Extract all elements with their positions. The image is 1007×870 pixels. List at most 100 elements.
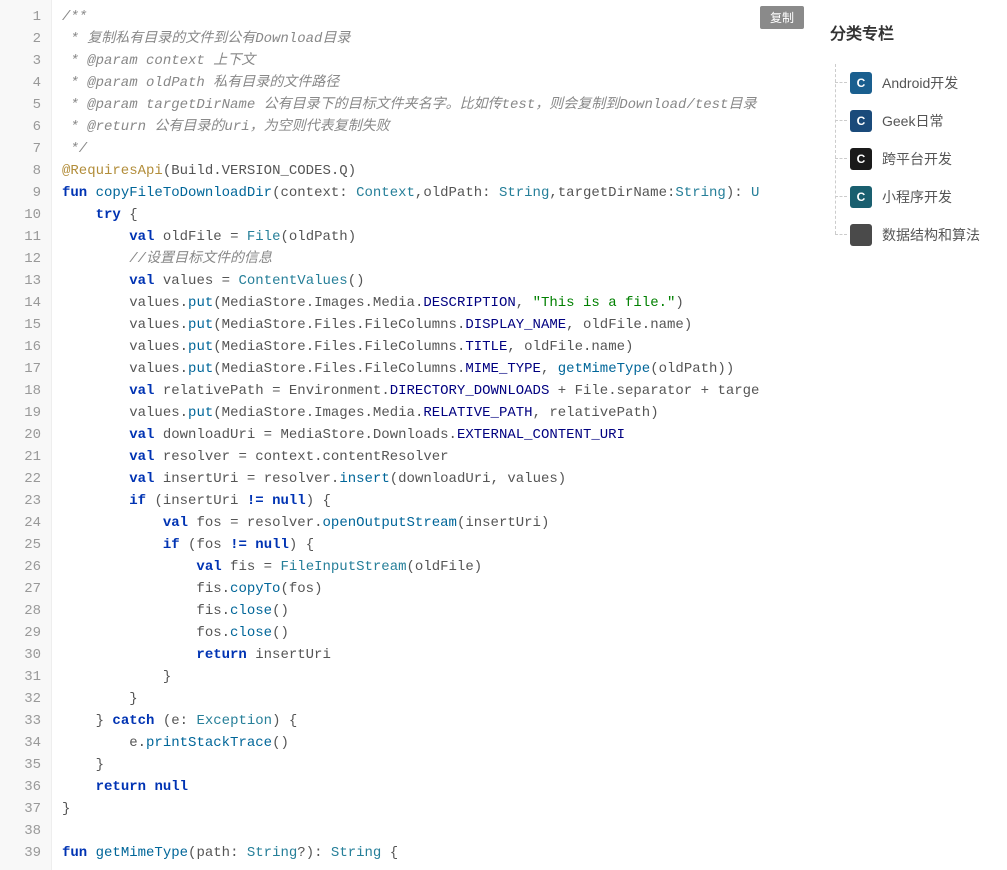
line-number: 11 <box>6 226 41 248</box>
code-token: relativePath <box>163 383 264 399</box>
line-number: 22 <box>6 468 41 490</box>
code-token: FileColumns <box>365 317 457 333</box>
code-token: values <box>507 471 557 487</box>
code-token: MIME_TYPE <box>465 361 541 377</box>
code-token: FileColumns <box>365 339 457 355</box>
category-item[interactable]: C Android开发 <box>830 64 1007 102</box>
code-token: targe <box>717 383 759 399</box>
line-number: 17 <box>6 358 41 380</box>
code-token: resolver <box>264 471 331 487</box>
code-token: Environment <box>289 383 381 399</box>
code-token: String <box>247 845 297 861</box>
line-number: 2 <box>6 28 41 50</box>
code-token: close <box>230 625 272 641</box>
line-number: 8 <box>6 160 41 182</box>
code-token: null <box>272 493 306 509</box>
line-number: 12 <box>6 248 41 270</box>
code-token: MediaStore <box>222 317 306 333</box>
code-token: fis <box>196 603 221 619</box>
code-token: name <box>650 317 684 333</box>
code-token: downloadUri <box>163 427 255 443</box>
category-label: 跨平台开发 <box>882 149 952 169</box>
code-token: catch <box>112 713 154 729</box>
line-number: 1 <box>6 6 41 28</box>
category-label: Geek日常 <box>882 111 943 131</box>
category-item[interactable]: CGeek日常 <box>830 102 1007 140</box>
code-token: Exception <box>196 713 272 729</box>
code-token: fos <box>196 625 221 641</box>
category-icon: C <box>850 72 872 94</box>
code-token: val <box>129 273 154 289</box>
line-number: 26 <box>6 556 41 578</box>
code-token: oldPath <box>289 229 348 245</box>
code-token: DESCRIPTION <box>423 295 515 311</box>
code-token: fis <box>196 581 221 597</box>
code-token: != <box>230 537 247 553</box>
line-number: 30 <box>6 644 41 666</box>
code-token: oldFile <box>163 229 222 245</box>
line-number: 4 <box>6 72 41 94</box>
code-token: getMimeType <box>558 361 650 377</box>
sidebar-title: 分类专栏 <box>830 20 1007 44</box>
code-token: val <box>129 427 154 443</box>
code-token: insertUri <box>163 493 239 509</box>
category-label: Android开发 <box>882 73 958 93</box>
code-token: Downloads <box>373 427 449 443</box>
code-token: if <box>163 537 180 553</box>
code-token: fun <box>62 845 87 861</box>
code-token: Images <box>314 295 364 311</box>
code-token: fos <box>196 515 221 531</box>
line-number: 32 <box>6 688 41 710</box>
code-token: DIRECTORY_DOWNLOADS <box>390 383 550 399</box>
code-token: fos <box>289 581 314 597</box>
code-token: val <box>129 229 154 245</box>
category-icon: C <box>850 148 872 170</box>
code-token: insertUri <box>163 471 239 487</box>
code-token: values <box>129 339 179 355</box>
category-item[interactable]: C小程序开发 <box>830 178 1007 216</box>
category-item[interactable]: C 跨平台开发 <box>830 140 1007 178</box>
code-token: MediaStore <box>222 405 306 421</box>
code-token: Images <box>314 405 364 421</box>
code-token: "This is a file." <box>533 295 676 311</box>
line-number: 25 <box>6 534 41 556</box>
code-token: val <box>129 383 154 399</box>
line-number: 34 <box>6 732 41 754</box>
code-token: put <box>188 339 213 355</box>
code-token: VERSION_CODES <box>222 163 331 179</box>
code-token: RELATIVE_PATH <box>423 405 532 421</box>
line-number: 39 <box>6 842 41 864</box>
line-number: 33 <box>6 710 41 732</box>
code-token: put <box>188 361 213 377</box>
line-number-gutter: 1234567891011121314151617181920212223242… <box>0 0 52 870</box>
code-lines[interactable]: /** * 复制私有目录的文件到公有Download目录 * @param co… <box>52 0 812 870</box>
code-token: //设置目标文件的信息 <box>129 251 272 267</box>
code-token: MediaStore <box>222 339 306 355</box>
code-token: String <box>331 845 381 861</box>
code-token: MediaStore <box>222 361 306 377</box>
code-token: String <box>499 185 549 201</box>
code-token: insertUri <box>255 647 331 663</box>
code-token: oldPath <box>423 185 482 201</box>
line-number: 37 <box>6 798 41 820</box>
line-number: 13 <box>6 270 41 292</box>
code-area: 1234567891011121314151617181920212223242… <box>0 0 812 870</box>
code-token: put <box>188 317 213 333</box>
category-item[interactable]: 数据结构和算法 <box>830 216 1007 254</box>
code-token: Files <box>314 361 356 377</box>
code-token: values <box>163 273 213 289</box>
code-token: val <box>196 559 221 575</box>
code-token: downloadUri <box>398 471 490 487</box>
line-number: 18 <box>6 380 41 402</box>
code-token: targetDirName <box>558 185 667 201</box>
line-number: 27 <box>6 578 41 600</box>
code-token: */ <box>62 141 87 157</box>
code-token: U <box>751 185 759 201</box>
code-token: fos <box>196 537 221 553</box>
code-token: resolver <box>247 515 314 531</box>
line-number: 19 <box>6 402 41 424</box>
code-token: openOutputStream <box>323 515 457 531</box>
code-token: if <box>129 493 146 509</box>
copy-button[interactable]: 复制 <box>760 6 804 29</box>
code-token: oldFile <box>583 317 642 333</box>
